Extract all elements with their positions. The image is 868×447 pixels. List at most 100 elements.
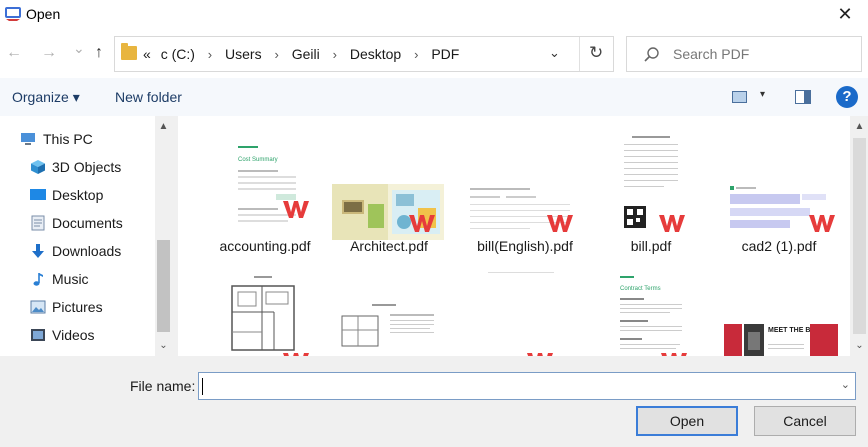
search-input[interactable]: Search PDF xyxy=(673,46,749,62)
dialog-footer: File name: ⌄ Open Cancel xyxy=(0,356,868,447)
scroll-down-icon[interactable]: ⌄ xyxy=(155,337,172,354)
file-name-label: File name: xyxy=(130,378,196,394)
documents-icon xyxy=(31,215,45,231)
pictures-icon xyxy=(30,300,46,314)
file-item-cad2[interactable]: cad2 (1).pdf xyxy=(714,116,844,254)
view-dropdown-icon[interactable]: ▾ xyxy=(760,89,765,100)
sidebar-item-downloads[interactable]: Downloads xyxy=(0,238,156,264)
help-icon[interactable]: ? xyxy=(836,86,858,108)
breadcrumb-users[interactable]: Users xyxy=(225,46,262,62)
cancel-button[interactable]: Cancel xyxy=(754,406,856,436)
thumb-text: Cost Summary xyxy=(238,157,278,163)
wps-pdf-icon xyxy=(283,201,309,218)
navigation-bar: ← → ⌄ ↑ « c (C:) › Users › Geili › Deskt… xyxy=(0,30,868,78)
wps-pdf-icon xyxy=(809,215,835,232)
thumb-text: Contract Terms xyxy=(620,286,661,292)
new-folder-button[interactable]: New folder xyxy=(115,89,182,105)
sidebar-item-documents[interactable]: Documents xyxy=(0,210,156,236)
file-list-scrollbar[interactable]: ▲ ⌄ xyxy=(851,116,868,356)
pdf-thumbnail: Cost Summary xyxy=(226,130,306,236)
file-item-accounting[interactable]: Cost Summary accounting.pdf xyxy=(200,116,330,254)
breadcrumb-separator[interactable]: › xyxy=(414,47,418,62)
sidebar-item-music[interactable]: Music xyxy=(0,266,156,292)
sidebar-item-desktop[interactable]: Desktop xyxy=(0,182,156,208)
history-chevron-icon[interactable]: ⌄ xyxy=(73,40,85,57)
organize-menu[interactable]: Organize ▾ xyxy=(12,89,80,106)
file-name: cad2 (1).pdf xyxy=(741,238,817,254)
scroll-thumb[interactable] xyxy=(157,240,170,332)
file-name: bill.pdf xyxy=(630,238,672,254)
pdf-thumbnail xyxy=(468,268,574,278)
app-icon xyxy=(5,7,21,21)
file-item-bill[interactable]: bill.pdf xyxy=(586,116,716,254)
forward-arrow-icon[interactable]: → xyxy=(41,44,57,62)
file-name: accounting.pdf xyxy=(219,238,311,254)
preview-pane-icon[interactable] xyxy=(795,90,811,104)
file-name-dropdown-icon[interactable]: ⌄ xyxy=(841,378,850,391)
breadcrumb-separator[interactable]: › xyxy=(333,47,337,62)
pdf-thumbnail: MEET THE BOXERS xyxy=(724,322,838,356)
sidebar-item-label: 3D Objects xyxy=(52,159,122,175)
toolbar: Organize ▾ New folder ▾ ? xyxy=(0,78,868,116)
breadcrumb-separator[interactable]: › xyxy=(274,47,278,62)
file-item-bill-english[interactable]: bill(English).pdf xyxy=(460,116,590,254)
breadcrumb-c-drive[interactable]: c (C:) xyxy=(161,46,195,62)
sidebar-item-label: Desktop xyxy=(52,187,104,203)
sidebar-item-label: Pictures xyxy=(52,299,103,315)
file-item[interactable] xyxy=(324,266,454,356)
breadcrumb-geili[interactable]: Geili xyxy=(292,46,320,62)
sidebar-item-this-pc[interactable]: This PC xyxy=(0,126,156,152)
cube-icon xyxy=(31,160,45,174)
address-bar[interactable]: « c (C:) › Users › Geili › Desktop › PDF… xyxy=(114,36,614,72)
text-cursor xyxy=(202,378,203,395)
file-name-field[interactable]: ⌄ xyxy=(198,372,856,400)
scroll-up-icon[interactable]: ▲ xyxy=(155,118,172,135)
pc-icon xyxy=(21,133,35,145)
file-item[interactable] xyxy=(460,266,590,356)
sidebar-item-videos[interactable]: Videos xyxy=(0,322,156,348)
view-options-icon[interactable] xyxy=(732,91,747,103)
breadcrumb-separator[interactable]: › xyxy=(208,47,212,62)
sidebar-item-3d-objects[interactable]: 3D Objects xyxy=(0,154,156,180)
pdf-thumbnail xyxy=(340,302,438,356)
refresh-icon[interactable]: ↻ xyxy=(589,43,603,63)
pdf-thumbnail xyxy=(224,272,302,356)
breadcrumb-pdf[interactable]: PDF xyxy=(431,46,459,62)
sidebar-scrollbar[interactable]: ▲ ⌄ xyxy=(155,116,172,356)
title-bar: Open ✕ xyxy=(0,0,868,30)
file-name: bill(English).pdf xyxy=(477,238,573,254)
close-icon[interactable]: ✕ xyxy=(822,0,868,30)
file-item[interactable] xyxy=(200,266,330,356)
wps-pdf-icon xyxy=(547,215,573,232)
file-list: Cost Summary accounting.pdf Architect.pd… xyxy=(178,116,850,356)
open-button[interactable]: Open xyxy=(636,406,738,436)
scroll-thumb[interactable] xyxy=(853,138,866,334)
breadcrumb-desktop[interactable]: Desktop xyxy=(350,46,401,62)
download-icon xyxy=(32,244,44,258)
file-name: Architect.pdf xyxy=(350,238,428,254)
file-item-architect[interactable]: Architect.pdf xyxy=(324,116,454,254)
sidebar-item-label: Music xyxy=(52,271,89,287)
wps-pdf-icon xyxy=(659,215,685,232)
sidebar-item-label: Documents xyxy=(52,215,123,231)
search-icon xyxy=(644,47,659,62)
file-item[interactable]: Contract Terms xyxy=(586,266,716,356)
up-arrow-icon[interactable]: ↑ xyxy=(95,44,103,62)
address-dropdown-icon[interactable]: ⌄ xyxy=(549,45,560,61)
window-title: Open xyxy=(26,6,61,22)
pdf-thumbnail: Contract Terms xyxy=(616,272,688,356)
scroll-down-icon[interactable]: ⌄ xyxy=(851,337,868,354)
search-box[interactable]: Search PDF xyxy=(626,36,862,72)
file-item[interactable]: MEET THE BOXERS xyxy=(714,266,844,356)
sidebar-item-label: Videos xyxy=(52,327,95,343)
music-icon xyxy=(33,273,43,286)
folder-icon xyxy=(121,43,137,60)
sidebar-item-pictures[interactable]: Pictures xyxy=(0,294,156,320)
sidebar-item-label: This PC xyxy=(43,131,93,147)
breadcrumb-overflow[interactable]: « xyxy=(143,46,151,62)
back-arrow-icon[interactable]: ← xyxy=(6,44,22,62)
navigation-pane: This PC 3D Objects Desktop Documents Dow… xyxy=(0,116,172,356)
scroll-up-icon[interactable]: ▲ xyxy=(851,118,868,135)
breadcrumb: « c (C:) › Users › Geili › Desktop › PDF xyxy=(143,46,459,62)
divider xyxy=(579,37,580,71)
